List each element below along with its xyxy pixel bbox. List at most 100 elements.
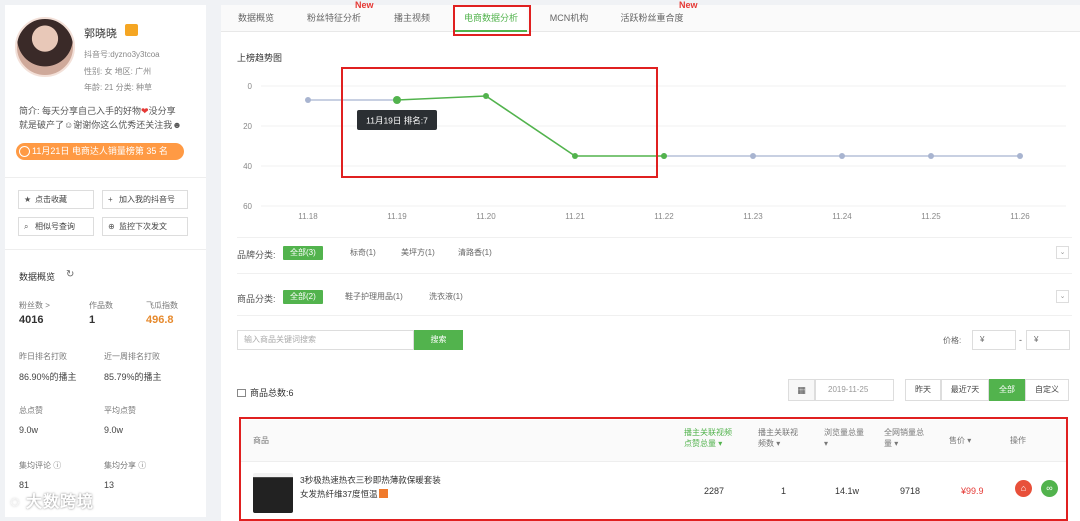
- emoji-icon: ☺: [64, 120, 74, 130]
- index-value: 496.8: [146, 314, 174, 326]
- rank-text: 11月21日 电商达人销量榜第 35 名: [32, 146, 168, 156]
- bio-line1: 简介: 每天分享自己入手的好物: [19, 106, 142, 116]
- chevron-down-icon[interactable]: ⌄: [1056, 246, 1069, 259]
- bio-line2-tail: 谢谢你这么优秀还关注我: [73, 120, 173, 130]
- range-yesterday-button[interactable]: 昨天: [905, 379, 941, 401]
- profile-panel: 郭晓晓 抖音号:dyzno3y3tcoa 性别: 女 地区: 广州 年龄: 21…: [5, 5, 206, 517]
- avg-shares-value: 13: [104, 480, 115, 490]
- gender-region: 性别: 女 地区: 广州: [84, 67, 152, 76]
- brand-chip[interactable]: 清路香(1): [451, 246, 499, 260]
- monitor-button[interactable]: ⊕ 监控下次发文: [102, 217, 188, 236]
- new-badge: New: [355, 0, 374, 10]
- date-input[interactable]: 2019-11-25: [815, 379, 894, 401]
- bio-line2: 就是破产了: [19, 120, 65, 130]
- yday-rank-label: 昨日排名打败: [19, 352, 67, 361]
- brand-chip[interactable]: 标奇(1): [343, 246, 383, 260]
- overview-title: 数据概览: [19, 272, 56, 282]
- smile-icon: ☻: [172, 120, 182, 130]
- watermark-text: 大数跨境: [25, 494, 94, 511]
- x-tick-label: 11.19: [387, 212, 407, 221]
- y-tick-label: 60: [243, 202, 252, 211]
- search-button[interactable]: 搜索: [414, 330, 463, 350]
- data-point: [305, 97, 311, 103]
- price-label: 价格:: [943, 336, 962, 345]
- profile-name: 郭晓晓: [84, 28, 117, 40]
- favorite-label: 点击收藏: [35, 195, 67, 204]
- divider: [237, 273, 1072, 274]
- goods-count-text: 商品总数:6: [250, 388, 294, 398]
- similar-search-button[interactable]: ⌕ 相似号查询: [18, 217, 94, 236]
- y-tick-label: 20: [243, 122, 252, 131]
- tab-videos[interactable]: 播主视频: [377, 5, 447, 32]
- divider: [5, 249, 206, 250]
- x-tick-label: 11.26: [1010, 212, 1030, 221]
- watermark: ◌ 大数跨境: [10, 494, 94, 511]
- goods-chip-all[interactable]: 全部(2): [283, 290, 323, 304]
- data-point: [1017, 153, 1023, 159]
- add-account-button[interactable]: + 加入我的抖音号: [102, 190, 188, 209]
- heart-icon: ❤: [141, 106, 149, 116]
- goods-chip[interactable]: 洗衣液(1): [422, 290, 470, 304]
- avatar: [15, 17, 75, 77]
- x-tick-label: 11.20: [476, 212, 496, 221]
- highlight-box: [239, 417, 1068, 521]
- price-max-input[interactable]: ¥: [1026, 330, 1070, 350]
- avg-comments-label: 集均评论 ⓘ: [19, 461, 62, 470]
- data-point: [750, 153, 756, 159]
- goods-count: 商品总数:6: [237, 386, 294, 399]
- tab-overview[interactable]: 数据概览: [221, 5, 291, 32]
- goods-chip[interactable]: 鞋子护理用品(1): [338, 290, 410, 304]
- highlight-box: [341, 67, 658, 178]
- douyin-id: 抖音号:dyzno3y3tcoa: [84, 50, 160, 59]
- profile-bio: 简介: 每天分享自己入手的好物❤没分享 就是破产了☺谢谢你这么优秀还关注我☻: [19, 104, 201, 132]
- app-root: 郭晓晓 抖音号:dyzno3y3tcoa 性别: 女 地区: 广州 年龄: 21…: [0, 0, 1080, 521]
- divider: [5, 177, 206, 178]
- verified-badge-icon: [125, 24, 138, 36]
- y-tick-label: 0: [248, 82, 253, 91]
- data-point: [839, 153, 845, 159]
- main-panel: 数据概览 粉丝特征分析 New 播主视频 电商数据分析 MCN机构 活跃粉丝重合…: [221, 0, 1080, 521]
- tab-bar: 数据概览 粉丝特征分析 New 播主视频 电商数据分析 MCN机构 活跃粉丝重合…: [221, 0, 1080, 32]
- brand-chip-all[interactable]: 全部(3): [283, 246, 323, 260]
- x-tick-label: 11.18: [298, 212, 318, 221]
- divider: [237, 315, 1072, 316]
- works-label: 作品数: [89, 301, 113, 310]
- fans-value: 4016: [19, 314, 44, 326]
- range-custom-button[interactable]: 自定义: [1025, 379, 1069, 401]
- add-account-label: 加入我的抖音号: [119, 195, 175, 204]
- refresh-icon[interactable]: ↻: [66, 269, 74, 280]
- product-search-input[interactable]: 输入商品关键词搜索: [237, 330, 414, 350]
- total-likes-value: 9.0w: [19, 425, 39, 435]
- y-tick-label: 40: [243, 162, 252, 171]
- x-tick-label: 11.22: [654, 212, 674, 221]
- brand-filter-label: 品牌分类:: [237, 250, 276, 260]
- similar-search-label: 相似号查询: [35, 222, 75, 231]
- tab-mcn[interactable]: MCN机构: [535, 5, 603, 32]
- brand-chip[interactable]: 美坪方(1): [394, 246, 442, 260]
- x-tick-label: 11.21: [565, 212, 585, 221]
- monitor-icon: ⊕: [108, 222, 115, 231]
- bio-line1-tail: 没分享: [148, 106, 176, 116]
- list-icon: [237, 389, 246, 397]
- chevron-down-icon[interactable]: ⌄: [1056, 290, 1069, 303]
- star-icon: ★: [24, 195, 32, 204]
- new-badge: New: [679, 0, 698, 10]
- price-min-input[interactable]: ¥: [972, 330, 1016, 350]
- calendar-icon[interactable]: ▦: [788, 379, 815, 401]
- data-point: [661, 153, 667, 159]
- monitor-label: 监控下次发文: [119, 222, 167, 231]
- goods-filter-label: 商品分类:: [237, 294, 276, 304]
- x-tick-label: 11.25: [921, 212, 941, 221]
- data-point: [928, 153, 934, 159]
- rank-icon: [19, 146, 30, 157]
- index-label: 飞瓜指数: [146, 301, 178, 310]
- range-all-button[interactable]: 全部: [989, 379, 1025, 401]
- week-rank-value: 85.79%的播主: [104, 372, 162, 382]
- favorite-button[interactable]: ★ 点击收藏: [18, 190, 94, 209]
- range-7days-button[interactable]: 最近7天: [941, 379, 989, 401]
- avg-likes-label: 平均点赞: [104, 406, 136, 415]
- fans-label[interactable]: 粉丝数 >: [19, 300, 50, 311]
- rank-badge[interactable]: 11月21日 电商达人销量榜第 35 名: [16, 143, 184, 160]
- highlight-box: [453, 5, 531, 36]
- week-rank-label: 近一周排名打败: [104, 352, 160, 361]
